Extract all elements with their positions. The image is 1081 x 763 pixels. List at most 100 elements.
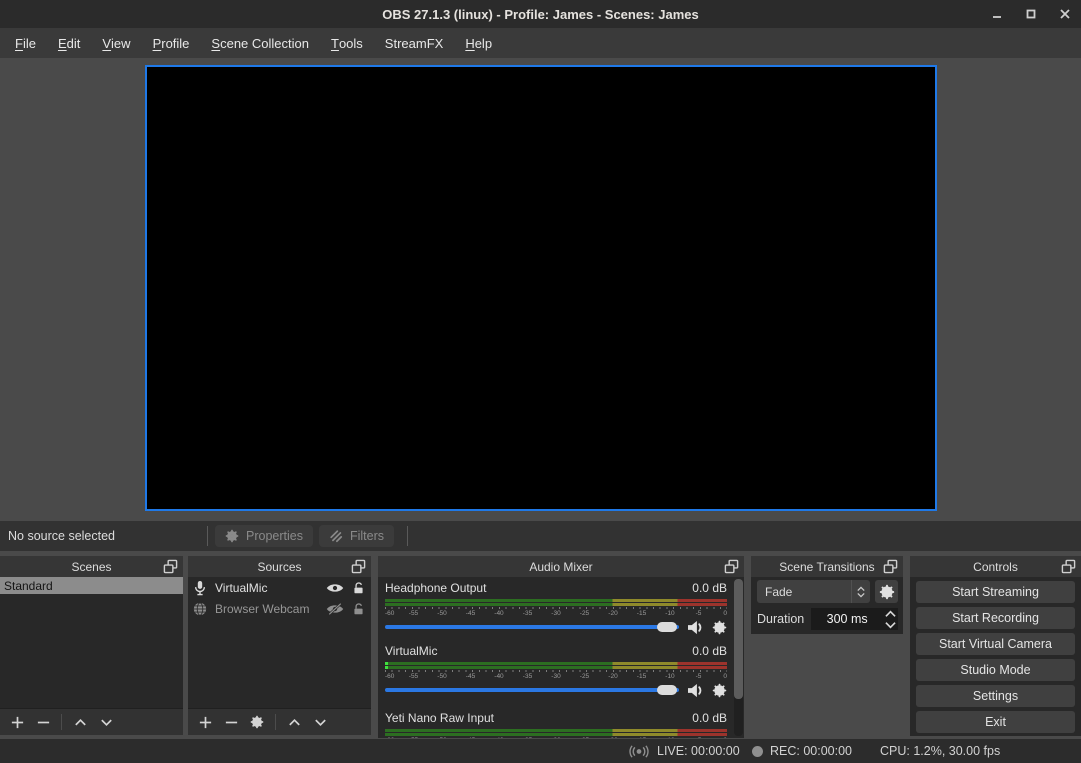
tick-label: -20 [608, 737, 617, 738]
close-button[interactable] [1059, 8, 1071, 20]
studio-mode-button[interactable]: Studio Mode [916, 659, 1075, 681]
settings-button[interactable]: Settings [916, 685, 1075, 707]
scenes-toolbar [0, 708, 183, 735]
start-virtual-camera-button[interactable]: Start Virtual Camera [916, 633, 1075, 655]
tick-label: -25 [580, 610, 589, 617]
menu-mnemonic: F [15, 36, 23, 51]
menu-mnemonic: P [153, 36, 162, 51]
volume-slider[interactable] [385, 625, 679, 629]
gear-icon [712, 683, 727, 698]
menu-mnemonic: T [331, 36, 339, 51]
preview-canvas[interactable] [145, 65, 937, 511]
exit-button[interactable]: Exit [916, 711, 1075, 733]
minimize-icon [992, 9, 1002, 19]
menu-profile[interactable]: Profile [142, 28, 201, 58]
tick-label: -40 [494, 610, 503, 617]
source-properties-button[interactable] [244, 711, 270, 733]
transition-value: Fade [765, 585, 792, 599]
transition-select[interactable]: Fade [757, 580, 870, 603]
scrollbar-thumb[interactable] [734, 579, 743, 699]
tick-label: 0 [723, 673, 727, 680]
chevron-down-icon [313, 715, 328, 730]
start-recording-button[interactable]: Start Recording [916, 607, 1075, 629]
start-streaming-button[interactable]: Start Streaming [916, 581, 1075, 603]
title-bar[interactable]: OBS 27.1.3 (linux) - Profile: James - Sc… [0, 0, 1081, 28]
menu-help[interactable]: Help [454, 28, 503, 58]
audio-mixer-panel: Audio Mixer Headphone Output 0.0 dB -60-… [378, 556, 744, 738]
chevron-up-icon [73, 715, 88, 730]
controls-panel-title[interactable]: Controls [910, 556, 1081, 577]
mixer-name: Headphone Output [385, 581, 486, 597]
volume-meter [385, 729, 727, 736]
add-scene-button[interactable] [4, 711, 30, 733]
tick-label: -15 [637, 737, 646, 738]
visibility-eye-icon[interactable] [326, 582, 344, 594]
move-scene-down-button[interactable] [93, 711, 119, 733]
scene-transitions-panel-title[interactable]: Scene Transitions [751, 556, 903, 577]
filters-label: Filters [350, 529, 384, 543]
sources-panel-title[interactable]: Sources [188, 556, 371, 577]
menu-streamfx[interactable]: StreamFX [374, 28, 455, 58]
maximize-button[interactable] [1025, 8, 1037, 20]
menu-scene-collection[interactable]: Scene Collection [200, 28, 320, 58]
visibility-eye-slash-icon[interactable] [326, 603, 344, 615]
move-source-down-button[interactable] [307, 711, 333, 733]
volume-slider[interactable] [385, 688, 679, 692]
globe-icon [193, 602, 207, 616]
lock-open-icon[interactable] [352, 602, 365, 616]
transition-row: Fade [757, 580, 898, 603]
mute-button[interactable] [687, 620, 704, 635]
chevron-up-icon [885, 610, 896, 618]
scene-item-standard[interactable]: Standard [0, 577, 183, 594]
audio-mixer-title-label: Audio Mixer [529, 560, 592, 574]
duration-increase-button[interactable] [883, 608, 898, 619]
cpu-fps-label: CPU: 1.2%, 30.00 fps [880, 744, 1000, 758]
minimize-button[interactable] [991, 8, 1003, 20]
duration-spinbox[interactable]: 300 ms [811, 608, 883, 630]
gear-icon [879, 584, 895, 600]
remove-scene-button[interactable] [30, 711, 56, 733]
mute-button[interactable] [687, 683, 704, 698]
transition-properties-button[interactable] [875, 580, 898, 603]
menu-edit[interactable]: Edit [47, 28, 91, 58]
slider-handle[interactable] [657, 622, 677, 632]
tick-label: -10 [665, 737, 674, 738]
menu-file[interactable]: File [4, 28, 47, 58]
tick-label: -35 [523, 737, 532, 738]
remove-source-button[interactable] [218, 711, 244, 733]
volume-meter [385, 599, 727, 609]
move-scene-up-button[interactable] [67, 711, 93, 733]
menu-tools[interactable]: Tools [320, 28, 374, 58]
minus-icon [224, 715, 239, 730]
detach-icon [1061, 559, 1076, 574]
menu-view[interactable]: View [91, 28, 141, 58]
move-source-up-button[interactable] [281, 711, 307, 733]
slider-handle[interactable] [657, 685, 677, 695]
speaker-icon [687, 620, 704, 635]
source-item-virtualmic[interactable]: VirtualMic [188, 577, 371, 598]
filters-button[interactable]: Filters [319, 525, 394, 547]
mixer-name: VirtualMic [385, 644, 437, 660]
properties-button[interactable]: Properties [215, 525, 313, 547]
mixer-settings-button[interactable] [712, 683, 727, 698]
duration-decrease-button[interactable] [883, 619, 898, 630]
mixer-scrollbar[interactable] [734, 579, 743, 736]
menu-label: elp [475, 36, 492, 51]
audio-mixer-panel-title[interactable]: Audio Mixer [378, 556, 744, 577]
source-name: VirtualMic [215, 581, 318, 595]
source-item-browser-webcam[interactable]: Browser Webcam [188, 598, 371, 619]
detach-icon [163, 559, 178, 574]
broadcast-icon [628, 745, 650, 758]
tick-label: -15 [637, 673, 646, 680]
chevron-down-icon [857, 592, 865, 598]
scenes-panel-title[interactable]: Scenes [0, 556, 183, 577]
mixer-settings-button[interactable] [712, 620, 727, 635]
tick-label: -50 [437, 737, 446, 738]
lock-open-icon[interactable] [352, 581, 365, 595]
tick-label: -10 [665, 610, 674, 617]
rec-time-label: REC: 00:00:00 [770, 744, 852, 758]
volume-controls [385, 620, 727, 634]
add-source-button[interactable] [192, 711, 218, 733]
tick-label: -20 [608, 610, 617, 617]
close-icon [1060, 9, 1070, 19]
